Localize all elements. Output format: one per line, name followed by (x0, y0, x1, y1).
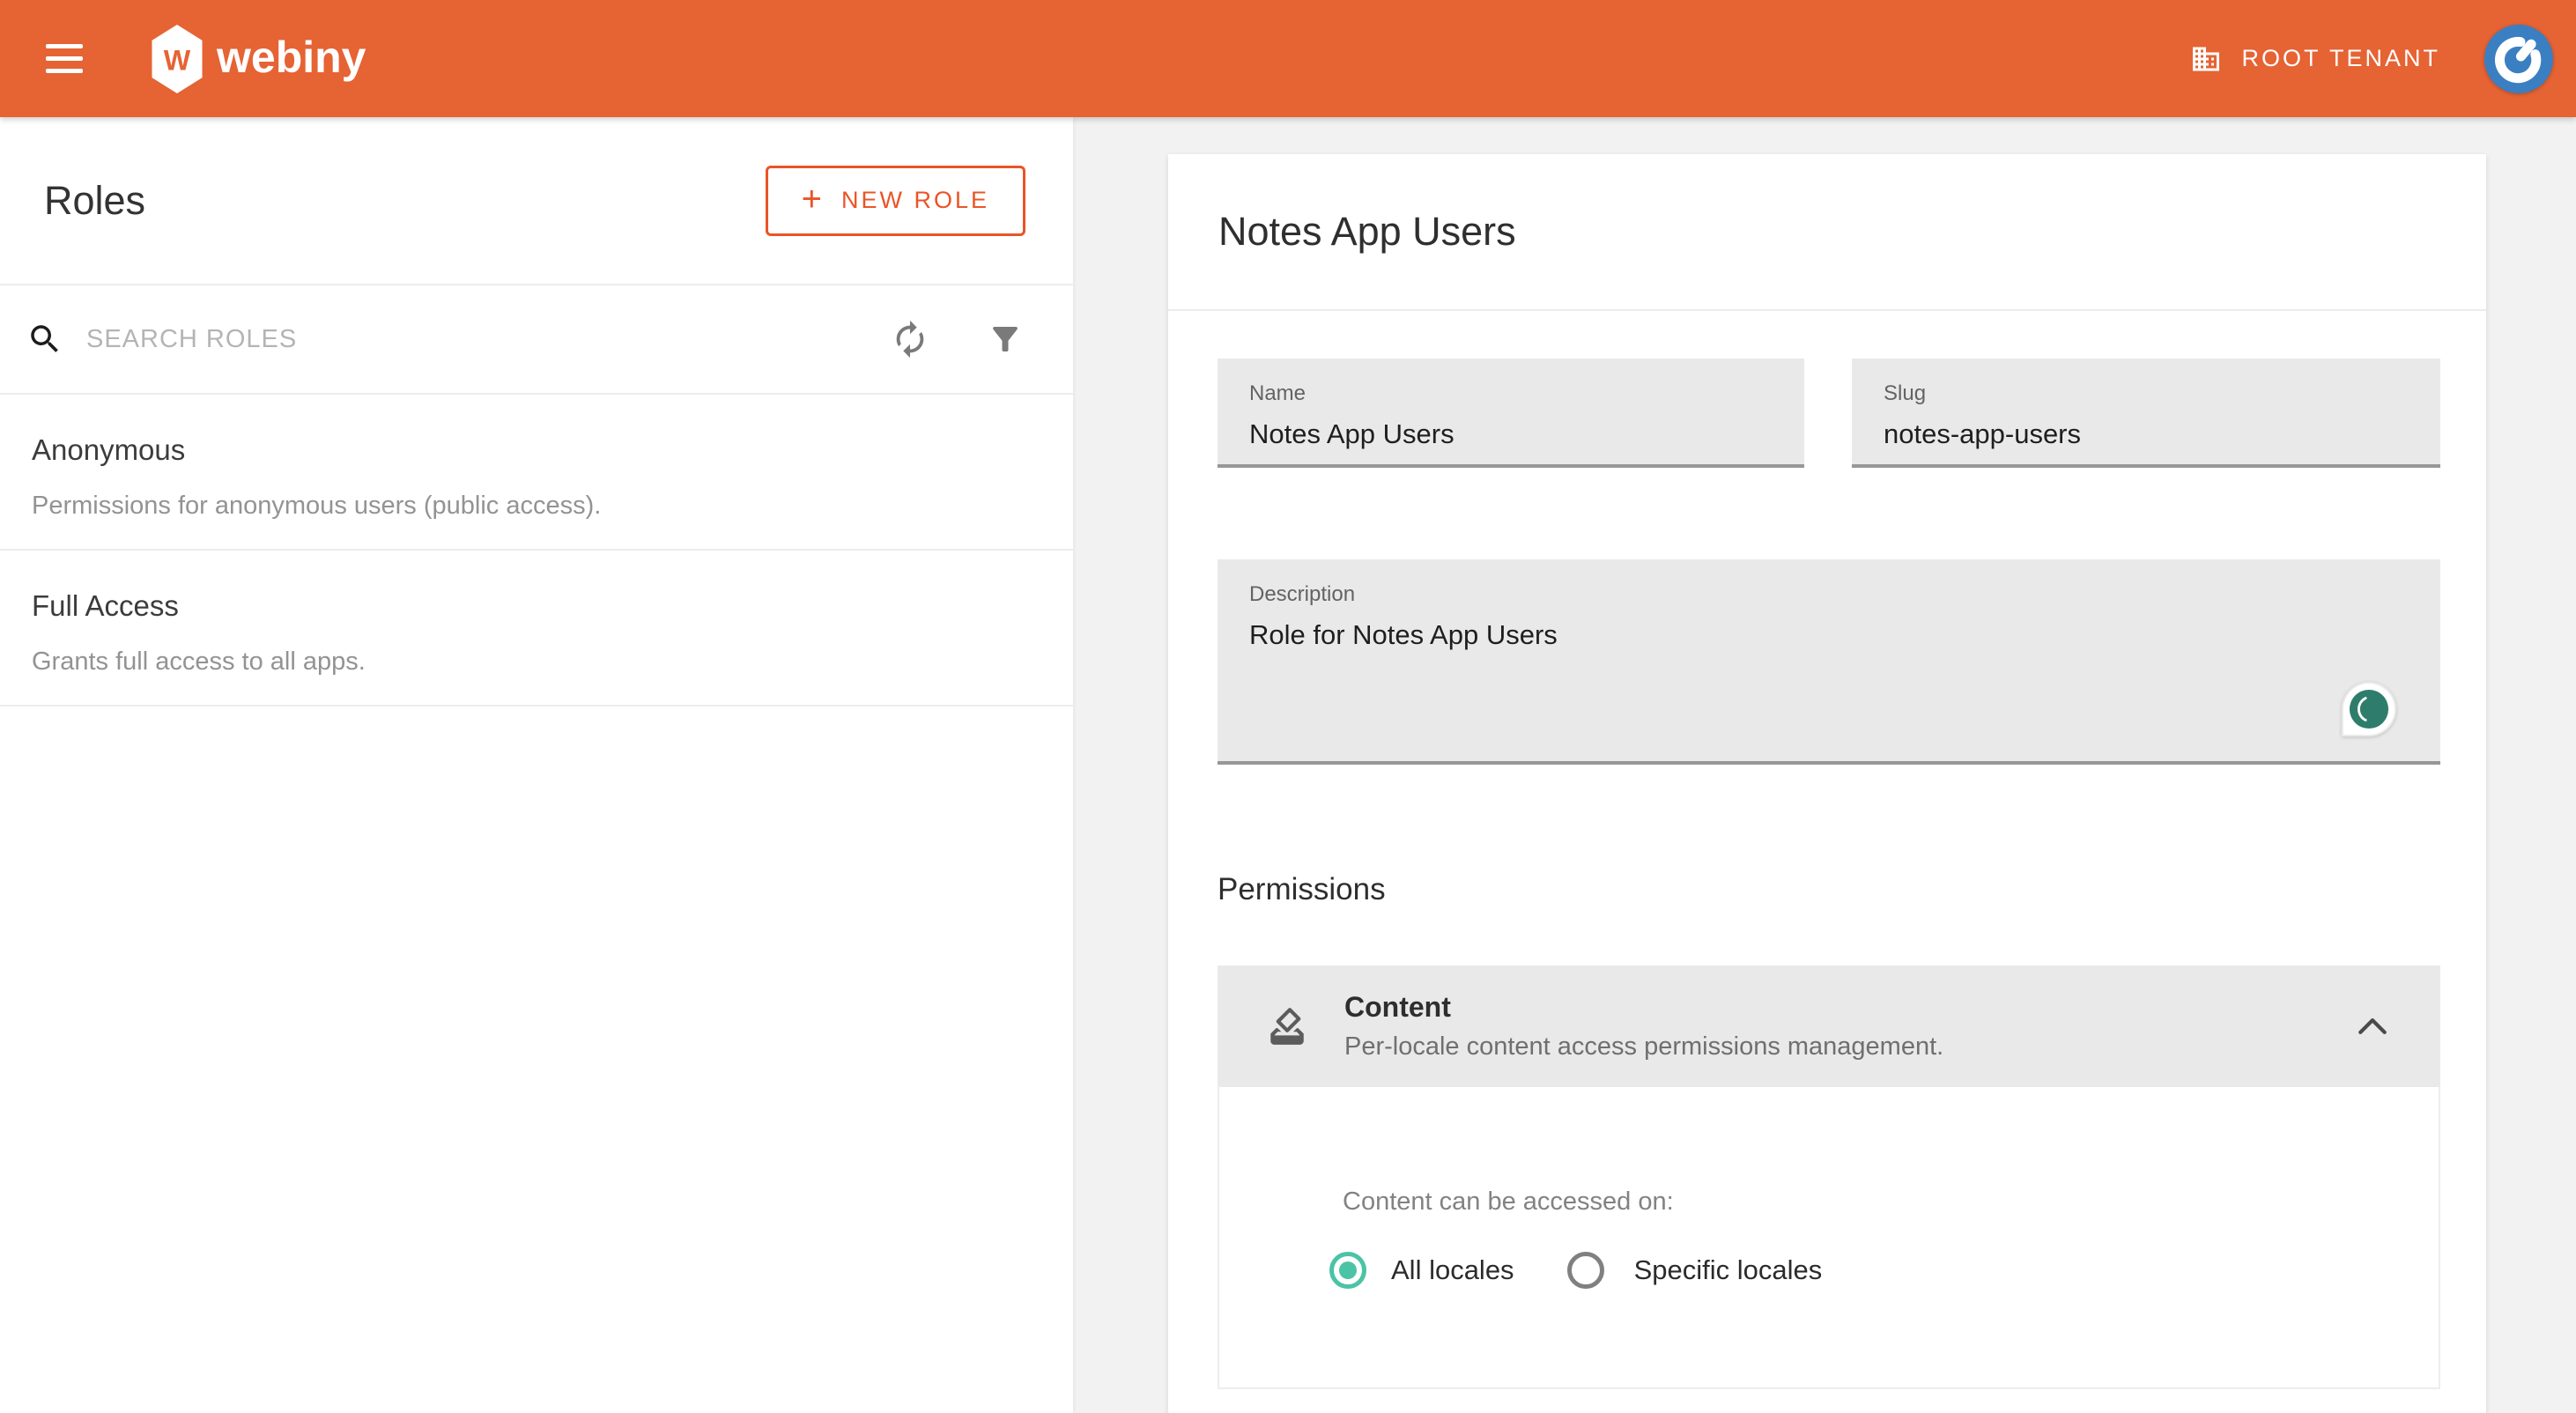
content-accordion-header[interactable]: Content Per-locale content access permis… (1218, 965, 2440, 1087)
radio-all-locales-label[interactable]: All locales (1391, 1254, 1514, 1286)
search-icon (26, 321, 63, 358)
role-item-description: Permissions for anonymous users (public … (32, 492, 1038, 521)
content-permission-icon (1265, 1004, 1309, 1048)
role-detail-area: Notes App Users Name Notes App Users Slu… (1073, 117, 2576, 1413)
name-field-value: Notes App Users (1249, 418, 1774, 450)
role-list-item-anonymous[interactable]: Anonymous Permissions for anonymous user… (0, 395, 1073, 551)
chevron-up-icon[interactable] (2358, 1017, 2387, 1036)
refresh-icon[interactable] (890, 319, 930, 359)
chat-bubble-icon (2349, 689, 2389, 729)
plus-icon: + (802, 181, 822, 217)
slug-field[interactable]: Slug notes-app-users (1852, 359, 2440, 468)
role-form-title: Notes App Users (1218, 209, 1516, 255)
name-field[interactable]: Name Notes App Users (1218, 359, 1804, 468)
content-accordion-title: Content (1344, 991, 1943, 1024)
role-item-title: Anonymous (32, 433, 1038, 467)
name-field-label: Name (1249, 381, 1774, 406)
filter-icon[interactable] (987, 321, 1024, 358)
menu-icon[interactable] (46, 44, 83, 73)
description-field-label: Description (1249, 582, 2410, 607)
user-avatar[interactable] (2484, 25, 2553, 93)
role-item-description: Grants full access to all apps. (32, 647, 1038, 677)
new-role-button-label: NEW ROLE (841, 187, 989, 214)
role-form-header: Notes App Users (1168, 154, 2486, 311)
role-list-item-full-access[interactable]: Full Access Grants full access to all ap… (0, 551, 1073, 706)
description-field-value: Role for Notes App Users (1249, 619, 2410, 651)
page-title: Roles (44, 178, 145, 224)
avatar-power-icon (2491, 32, 2546, 86)
slug-field-value: notes-app-users (1884, 418, 2410, 450)
radio-all-locales[interactable] (1329, 1252, 1366, 1289)
roles-search-bar (0, 285, 1073, 395)
radio-specific-locales[interactable] (1567, 1252, 1604, 1289)
roles-header: Roles + NEW ROLE (0, 117, 1073, 285)
radio-specific-locales-label[interactable]: Specific locales (1634, 1254, 1823, 1286)
role-form-card: Notes App Users Name Notes App Users Slu… (1168, 154, 2486, 1413)
slug-field-label: Slug (1884, 381, 2410, 406)
role-item-title: Full Access (32, 589, 1038, 623)
description-field[interactable]: Description Role for Notes App Users (1218, 559, 2440, 765)
permissions-heading: Permissions (1218, 872, 2440, 907)
content-permissions-accordion: Content Per-locale content access permis… (1218, 965, 2440, 1389)
new-role-button[interactable]: + NEW ROLE (766, 166, 1025, 236)
chat-bubble-widget[interactable] (2342, 682, 2396, 736)
roles-list-panel: Roles + NEW ROLE Anonymous Permissions f… (0, 117, 1073, 1413)
svg-text:W: W (164, 44, 191, 76)
webiny-hexagon-icon: W (150, 23, 204, 95)
tenant-label: ROOT TENANT (2241, 45, 2440, 72)
top-app-bar: W webiny ROOT TENANT (0, 0, 2576, 117)
logo-wordmark: webiny (217, 32, 366, 83)
content-access-label: Content can be accessed on: (1343, 1187, 2439, 1217)
tenant-selector[interactable]: ROOT TENANT (2190, 43, 2440, 75)
search-input[interactable] (86, 325, 890, 354)
content-accordion-subtitle: Per-locale content access permissions ma… (1344, 1032, 1943, 1062)
tenant-building-icon (2190, 43, 2222, 75)
webiny-logo[interactable]: W webiny (150, 23, 366, 95)
content-accordion-body: Content can be accessed on: All locales … (1218, 1087, 2440, 1389)
